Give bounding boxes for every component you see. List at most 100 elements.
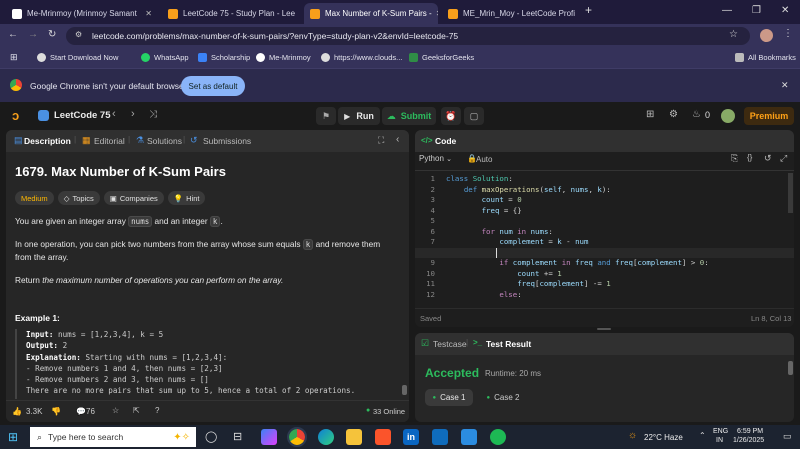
bookmark-item[interactable]: Scholarship	[198, 53, 250, 62]
scrollbar[interactable]	[788, 361, 793, 375]
notes-button[interactable]: ▢	[464, 107, 484, 125]
description-footer: 👍 3.3K 👎 💬 76 ☆ ⇱ ? ● 33 Online	[6, 400, 409, 422]
language-select[interactable]: Python ⌄	[419, 154, 452, 163]
outlook-icon[interactable]	[432, 429, 448, 445]
close-icon[interactable]: ✕	[432, 9, 438, 18]
clock-time[interactable]: 6:59 PM	[737, 428, 763, 435]
study-plan-title[interactable]: LeetCode 75	[54, 110, 111, 121]
tab-testcase[interactable]: Testcase	[433, 339, 467, 349]
tab-editorial[interactable]: Editorial	[94, 136, 125, 146]
weather-text[interactable]: 22°C Haze	[644, 433, 683, 442]
url-input[interactable]: ⚙ leetcode.com/problems/max-number-of-k-…	[66, 27, 750, 45]
scrollbar[interactable]	[788, 173, 793, 213]
apps-icon[interactable]: ⊞	[10, 52, 18, 63]
taskbar-search-input[interactable]: ⌕ Type here to search ✦✧	[30, 427, 196, 447]
avatar[interactable]	[721, 109, 735, 123]
task-view-icon[interactable]: ◯	[205, 430, 217, 443]
layout-icon[interactable]: ⊞	[646, 109, 654, 120]
close-icon[interactable]: ✕	[575, 9, 580, 18]
fullscreen-icon[interactable]: ⤢	[780, 153, 787, 164]
case-1-button[interactable]: ● Case 1	[425, 389, 473, 406]
like-icon[interactable]: 👍	[12, 407, 22, 416]
shuffle-icon[interactable]: ⤨	[149, 109, 157, 120]
settings-icon[interactable]: ⚙	[669, 109, 678, 120]
bookmark-item[interactable]: GeeksforGeeks	[409, 53, 474, 62]
submit-button[interactable]: ☁ Submit	[382, 107, 436, 125]
file-explorer-icon[interactable]	[346, 429, 362, 445]
run-button[interactable]: ▶ Run	[338, 107, 380, 125]
close-icon[interactable]: ✕	[141, 9, 152, 18]
all-bookmarks[interactable]: All Bookmarks	[735, 53, 796, 62]
collapse-icon[interactable]: ‹	[396, 134, 399, 145]
scrollbar[interactable]	[402, 385, 407, 395]
auto-mode[interactable]: Auto	[476, 155, 492, 164]
minimize-icon[interactable]: —	[722, 5, 732, 16]
bookmark-item[interactable]: https://www.clouds...	[321, 53, 402, 62]
comment-icon[interactable]: 💬	[76, 407, 86, 416]
avatar[interactable]	[760, 29, 773, 42]
forward-icon[interactable]: →	[28, 29, 38, 40]
current-line-highlight	[415, 247, 794, 258]
help-icon[interactable]: ?	[155, 406, 159, 415]
vscode-icon[interactable]	[461, 429, 477, 445]
bookmark-item[interactable]: Me-Mrinmoy	[256, 53, 311, 62]
timer-button[interactable]: ⏰	[441, 107, 461, 125]
bookmark-star-icon[interactable]: ☆	[729, 29, 738, 40]
set-default-button[interactable]: Set as default	[181, 76, 245, 96]
browser-tab-3[interactable]: Max Number of K-Sum Pairs - ✕	[304, 3, 438, 24]
windows-start-icon[interactable]: ⊞	[8, 430, 18, 444]
language-indicator[interactable]: ENG	[713, 428, 728, 435]
expand-icon[interactable]: ⛶	[378, 135, 384, 146]
widgets-icon[interactable]: ⊟	[233, 430, 242, 443]
restore-icon[interactable]: ❐	[752, 5, 761, 16]
prev-problem-icon[interactable]: ‹	[112, 108, 116, 120]
leetcode-logo-icon[interactable]: ↄ	[12, 108, 19, 123]
close-window-icon[interactable]: ✕	[781, 5, 789, 16]
case-2-button[interactable]: ● Case 2	[479, 389, 527, 406]
favorite-star-icon[interactable]: ☆	[112, 406, 119, 415]
bookmark-item[interactable]: Start Download Now	[37, 53, 118, 62]
submit-label: Submit	[400, 111, 432, 121]
code-editor[interactable]: 1 2 3 4 5 6 7 8 9 10 11 12 class Solutio…	[415, 173, 794, 304]
notifications-icon[interactable]: ▭	[783, 431, 792, 442]
topics-tag[interactable]: ◇ Topics	[57, 191, 100, 205]
next-problem-icon[interactable]: ›	[131, 108, 135, 120]
share-icon[interactable]: ⇱	[133, 406, 140, 415]
bookmark-item[interactable]: WhatsApp	[141, 53, 189, 62]
debug-button[interactable]: ⚑	[316, 107, 336, 125]
panel-resize-handle[interactable]	[597, 328, 611, 330]
spotify-icon[interactable]	[490, 429, 506, 445]
hint-tag[interactable]: 💡 Hint	[167, 191, 206, 205]
close-icon[interactable]: ✕	[781, 80, 789, 91]
tab-submissions[interactable]: Submissions	[203, 136, 251, 146]
chrome-taskbar-icon[interactable]	[287, 427, 307, 447]
brave-icon[interactable]	[375, 429, 391, 445]
edge-icon[interactable]	[318, 429, 334, 445]
problem-title[interactable]: 1679. Max Number of K-Sum Pairs	[15, 164, 226, 179]
tab-description[interactable]: Description	[24, 136, 71, 146]
reset-icon[interactable]: ↺	[764, 153, 772, 164]
tray-chevron-icon[interactable]: ⌃	[699, 431, 706, 440]
linkedin-icon[interactable]: in	[403, 429, 419, 445]
menu-icon[interactable]: ⋮	[783, 28, 793, 39]
browser-tab-2[interactable]: LeetCode 75 - Study Plan - Lee ✕	[162, 3, 300, 24]
close-icon[interactable]: ✕	[295, 9, 300, 18]
tab-test-result[interactable]: Test Result	[486, 339, 531, 349]
dislike-icon[interactable]: 👎	[51, 407, 61, 416]
fire-icon[interactable]: ♨	[692, 109, 701, 120]
companies-tag[interactable]: ▣ Companies	[103, 191, 164, 205]
editor-status-bar: Saved Ln 8, Col 13	[415, 308, 794, 327]
reload-icon[interactable]: ↻	[48, 29, 56, 40]
format-icon[interactable]: {}	[747, 153, 752, 162]
new-tab-button[interactable]: +	[585, 3, 592, 17]
premium-button[interactable]: Premium	[744, 107, 794, 125]
copilot-icon[interactable]	[261, 429, 277, 445]
browser-tab-1[interactable]: Me-Mrinmoy (Mrinmoy Samant ✕	[6, 3, 158, 24]
tab-solutions[interactable]: Solutions	[147, 136, 182, 146]
browser-tab-4[interactable]: ME_Mrin_Moy - LeetCode Profi ✕	[442, 3, 580, 24]
bookmark-icon[interactable]: ⎘	[731, 153, 738, 164]
back-icon[interactable]: ←	[8, 29, 18, 40]
site-info-icon[interactable]: ⚙	[75, 30, 82, 39]
flask-icon: ⚗	[136, 135, 145, 145]
code-line: count += 1	[517, 268, 562, 278]
